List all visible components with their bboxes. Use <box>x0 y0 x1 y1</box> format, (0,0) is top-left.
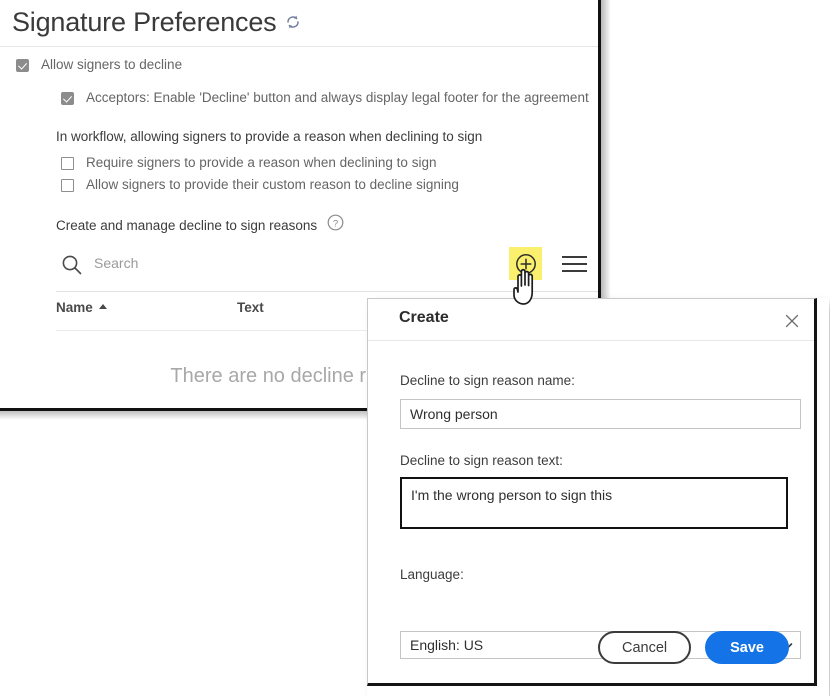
manage-reasons-row: Create and manage decline to sign reason… <box>56 214 344 236</box>
checkbox-allow-decline-label: Allow signers to decline <box>41 57 183 72</box>
dialog-title: Create <box>399 309 449 326</box>
reason-name-input[interactable] <box>400 399 801 429</box>
checkbox-require-reason-label: Require signers to provide a reason when… <box>86 155 437 170</box>
svg-text:?: ? <box>333 218 338 229</box>
toolbar-divider <box>56 291 598 292</box>
add-reason-button[interactable] <box>509 247 542 280</box>
language-label: Language: <box>400 567 464 582</box>
save-button[interactable]: Save <box>705 631 789 664</box>
hamburger-menu-icon <box>562 256 587 258</box>
sort-ascending-icon <box>98 304 107 309</box>
checkbox-custom-reason-label: Allow signers to provide their custom re… <box>86 177 459 192</box>
checkbox-require-reason[interactable] <box>61 157 74 170</box>
column-header-text[interactable]: Text <box>237 300 264 315</box>
cancel-button[interactable]: Cancel <box>597 631 692 664</box>
close-icon[interactable] <box>782 311 802 331</box>
checkbox-allow-decline[interactable] <box>16 59 29 72</box>
checkbox-row-acceptors[interactable]: Acceptors: Enable 'Decline' button and a… <box>61 90 589 105</box>
manage-reasons-label: Create and manage decline to sign reason… <box>56 217 318 233</box>
create-reason-dialog: Create Decline to sign reason name: Decl… <box>367 298 817 686</box>
search-input[interactable] <box>94 251 424 275</box>
reason-name-label: Decline to sign reason name: <box>400 373 575 388</box>
dialog-header: Create <box>368 299 814 341</box>
hamburger-menu-icon <box>562 270 587 272</box>
column-header-text-label: Text <box>237 300 264 315</box>
checkbox-custom-reason[interactable] <box>61 179 74 192</box>
refresh-icon[interactable] <box>285 14 301 35</box>
column-header-name-label: Name <box>56 300 93 315</box>
plus-circle-icon <box>515 253 536 274</box>
page-title: Signature Preferences <box>12 7 277 37</box>
search-toolbar <box>56 247 598 284</box>
checkbox-row-require-reason[interactable]: Require signers to provide a reason when… <box>61 155 436 170</box>
title-divider <box>0 46 598 47</box>
workflow-heading: In workflow, allowing signers to provide… <box>56 129 483 144</box>
column-header-name[interactable]: Name <box>56 300 107 315</box>
reason-text-textarea[interactable] <box>400 477 788 529</box>
reason-text-label: Decline to sign reason text: <box>400 453 563 468</box>
checkbox-acceptors-label: Acceptors: Enable 'Decline' button and a… <box>86 90 589 105</box>
checkbox-row-allow-decline[interactable]: Allow signers to decline <box>16 57 182 72</box>
search-icon <box>60 253 84 282</box>
dialog-footer: Cancel Save <box>368 631 815 664</box>
list-menu-button[interactable] <box>562 252 588 276</box>
checkbox-row-custom-reason[interactable]: Allow signers to provide their custom re… <box>61 177 459 192</box>
help-circle-icon[interactable]: ? <box>327 214 344 236</box>
page-title-row: Signature Preferences <box>12 6 301 38</box>
checkbox-acceptors[interactable] <box>61 92 74 105</box>
hamburger-menu-icon <box>562 263 587 265</box>
